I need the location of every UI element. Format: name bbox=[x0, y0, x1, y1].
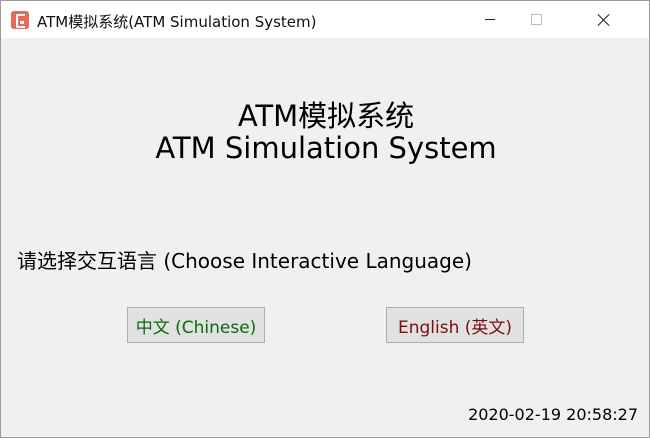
language-prompt: 请选择交互语言 (Choose Interactive Language) bbox=[17, 249, 472, 273]
maximize-icon bbox=[530, 14, 542, 25]
heading-english: ATM Simulation System bbox=[155, 131, 497, 165]
minimize-icon bbox=[485, 19, 495, 20]
window-title: ATM模拟系统(ATM Simulation System) bbox=[37, 13, 317, 31]
chinese-button[interactable]: 中文 (Chinese) bbox=[127, 307, 265, 343]
app-icon bbox=[11, 11, 29, 29]
timestamp: 2020-02-19 20:58:27 bbox=[468, 405, 638, 424]
app-window: ATM模拟系统(ATM Simulation System) ATM模拟系统 A… bbox=[0, 0, 650, 438]
maximize-button[interactable] bbox=[513, 1, 559, 38]
english-button[interactable]: English (英文) bbox=[386, 307, 524, 343]
heading-chinese: ATM模拟系统 bbox=[237, 99, 415, 133]
close-button[interactable] bbox=[559, 1, 649, 38]
minimize-button[interactable] bbox=[467, 1, 513, 38]
title-bar[interactable]: ATM模拟系统(ATM Simulation System) bbox=[1, 1, 649, 38]
close-icon bbox=[598, 14, 610, 26]
